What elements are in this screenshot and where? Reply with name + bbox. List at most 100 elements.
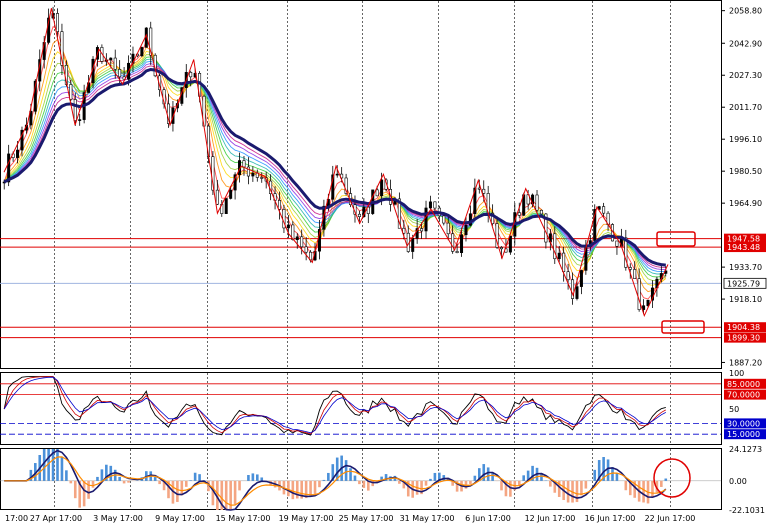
price-panel: 2058.802042.902027.302011.701996.101980.… <box>0 1 766 369</box>
candle-body <box>79 120 81 121</box>
hist-bar <box>660 481 663 487</box>
time-label: 17:00 <box>5 514 28 523</box>
candle-body <box>562 253 564 272</box>
hist-bar <box>487 467 490 480</box>
hist-bar <box>323 480 326 481</box>
hist-bar <box>96 477 99 481</box>
price-frame <box>1 1 722 369</box>
time-label: 25 May 17:00 <box>339 514 394 523</box>
osc-level-label: 30.0000 <box>727 419 760 428</box>
hist-bar <box>70 481 73 484</box>
hist-bar <box>83 481 86 506</box>
hist-bar <box>625 481 628 490</box>
time-label: 31 May 17:00 <box>400 514 455 523</box>
candle-body <box>296 237 298 240</box>
price-tick-label: 1996.10 <box>729 135 762 144</box>
candle-body <box>229 190 231 198</box>
hist-bar <box>101 469 104 480</box>
price-tick-label: 1964.90 <box>729 199 762 208</box>
hist-bar <box>176 481 179 502</box>
price-level-label: 1899.30 <box>727 334 760 343</box>
time-axis: 17:0027 Apr 17:003 May 17:009 May 17:001… <box>5 514 695 523</box>
hist-bar <box>247 475 250 481</box>
osc-level-label: 15.0000 <box>727 430 760 439</box>
candle-body <box>190 72 192 77</box>
hist-bar <box>65 470 68 481</box>
hist-bar <box>474 476 477 481</box>
hist-bar <box>260 477 263 480</box>
candle-body <box>460 235 462 253</box>
time-label: 3 May 17:00 <box>93 514 143 523</box>
hist-bar <box>292 481 295 499</box>
hist-bar <box>567 481 570 503</box>
candle-body <box>252 173 254 176</box>
hist-bar <box>576 481 579 502</box>
hist-bar <box>425 481 428 486</box>
candle-body <box>358 214 360 216</box>
hist-bar <box>651 481 654 498</box>
hist-bar <box>429 479 432 481</box>
time-label: 27 Apr 17:00 <box>30 514 82 523</box>
candle-body <box>225 198 227 213</box>
time-label: 19 May 17:00 <box>279 514 334 523</box>
candle-body <box>141 47 143 55</box>
candle-body <box>380 180 382 196</box>
oscillator-frame <box>1 373 722 445</box>
osc-tick-label: 50 <box>729 405 739 414</box>
candle-body <box>243 161 245 167</box>
candle-body <box>114 58 116 69</box>
hist-bar <box>56 449 59 481</box>
current-price-label: 1925.79 <box>727 279 760 288</box>
candle-body <box>558 253 560 259</box>
hist-bar <box>127 481 130 483</box>
hist-bar <box>664 479 667 481</box>
hist-bar <box>509 481 512 497</box>
candle-body <box>634 269 636 278</box>
price-tick-label: 2027.30 <box>729 71 762 80</box>
hist-bar <box>314 481 317 494</box>
candle-body <box>287 225 289 228</box>
candle-body <box>261 177 263 178</box>
price-tick-label: 1918.10 <box>729 295 762 304</box>
hist-bar <box>74 481 77 498</box>
time-label: 6 Jun 17:00 <box>465 514 511 523</box>
chart-svg[interactable]: 2058.802042.902027.302011.701996.101980.… <box>0 0 770 525</box>
price-tick-label: 2011.70 <box>729 103 762 112</box>
hist-bar <box>434 473 437 481</box>
trading-chart[interactable]: 2058.802042.902027.302011.701996.101980.… <box>0 0 770 525</box>
hist-bar <box>318 481 321 487</box>
hist-tick-label: -22.1031 <box>729 506 765 515</box>
candle-body <box>518 213 520 216</box>
candle-body <box>500 247 502 248</box>
hist-tick-label: 0.00 <box>729 477 747 486</box>
candle-body <box>536 195 538 210</box>
hist-bar <box>349 468 352 481</box>
time-label: 12 Jun 17:00 <box>525 514 576 523</box>
oscillator-axis: 85.000070.000030.000015.000010050 <box>724 369 766 439</box>
hist-bar <box>158 481 161 484</box>
hist-bar <box>354 476 357 481</box>
candle-body <box>465 225 467 235</box>
hist-bar <box>92 481 95 488</box>
hist-bar <box>593 470 596 481</box>
price-tick-label: 1887.20 <box>729 358 762 367</box>
oscillator-panel: 85.000070.000030.000015.000010050 <box>0 369 766 445</box>
hist-bar <box>580 481 583 496</box>
hist-bar <box>198 474 201 481</box>
candle-body <box>616 241 618 246</box>
price-level-label: 1904.38 <box>727 323 760 332</box>
hist-bar <box>345 460 348 481</box>
time-label: 16 Jun 17:00 <box>585 514 636 523</box>
hist-bar <box>500 481 503 491</box>
hist-bar <box>549 481 552 487</box>
candle-body <box>580 270 582 286</box>
hist-bar <box>327 473 330 481</box>
candle-body <box>642 306 644 310</box>
hist-bar <box>585 481 588 489</box>
osc-tick-label: 100 <box>729 369 744 378</box>
hist-bar <box>238 481 241 491</box>
hist-tick-label: 24.1273 <box>729 445 762 454</box>
hist-bar <box>607 459 610 480</box>
hist-bar <box>189 480 192 481</box>
hist-bar <box>296 481 299 499</box>
